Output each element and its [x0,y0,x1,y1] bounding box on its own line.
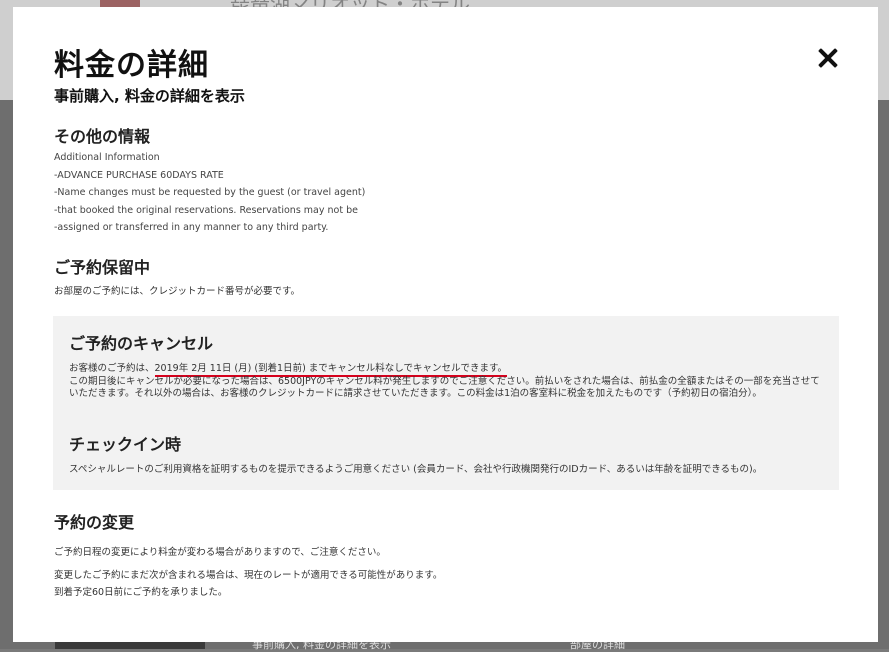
other-info-heading: その他の情報 [54,127,151,146]
other-info-line: -ADVANCE PURCHASE 60DAYS RATE [54,170,224,181]
change-text-1: ご予約日程の変更により料金が変わる場合がありますので、ご注意ください。 [54,547,386,558]
cancel-policy-paragraph: この期日後にキャンセルが必要になった場合は、6500JPYのキャンセル料が発生し… [69,376,820,399]
cancel-deadline-text: お客様のご予約は、2019年 2月 11日 (月) (到着1日前) までキャンセ… [69,360,508,377]
modal-subtitle: 事前購入, 料金の詳細を表示 [54,87,245,105]
checkin-heading: チェックイン時 [69,435,182,454]
cancel-deadline-prefix: お客様のご予約は、 [69,363,155,374]
cancel-heading: ご予約のキャンセル [69,334,214,353]
cancellation-panel: ご予約のキャンセル お客様のご予約は、2019年 2月 11日 (月) (到着1… [53,316,839,490]
change-text-2: 変更したご予約にまだ次が含まれる場合は、現在のレートが適用できる可能性があります… [54,570,443,581]
other-info-line: -assigned or transferred in any manner t… [54,222,329,233]
close-icon[interactable] [815,45,841,71]
hold-heading: ご予約保留中 [54,258,151,277]
rate-details-modal: 料金の詳細 事前購入, 料金の詳細を表示 その他の情報 Additional I… [13,7,878,642]
modal-title: 料金の詳細 [54,48,209,83]
other-info-line: -that booked the original reservations. … [54,205,358,216]
change-heading: 予約の変更 [54,513,135,532]
hold-text: お部屋のご予約には、クレジットカード番号が必要です。 [54,286,301,297]
cancel-deadline-highlight: 2019年 2月 11日 (月) (到着1日前) までキャンセル料なしでキャンセ… [154,363,508,377]
other-info-line: -Name changes must be requested by the g… [54,187,366,198]
change-text-3: 到着予定60日前にご予約を承りました。 [54,587,228,598]
other-info-line: Additional Information [54,152,160,163]
checkin-text: スペシャルレートのご利用資格を証明するものを提示できるようご用意ください (会員… [69,464,763,475]
